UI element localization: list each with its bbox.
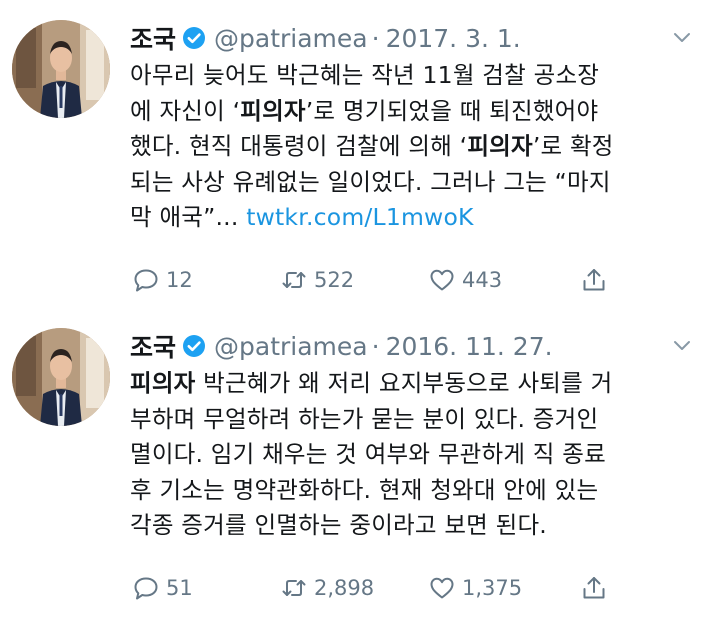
author-handle[interactable]: @patriamea [214,332,368,361]
verified-badge-icon [182,334,206,358]
like-button[interactable]: 1,375 [428,570,522,606]
reply-count: 12 [166,268,193,292]
like-count: 1,375 [462,576,523,600]
tweet-actions: 12 522 443 [132,262,612,298]
share-button[interactable] [580,262,608,298]
verified-badge-icon [182,26,206,50]
author-handle[interactable]: @patriamea [214,24,368,53]
share-icon [580,266,608,294]
tweet-text: 피의자 박근혜가 왜 저리 요지부동으로 사퇴를 거 부하며 무얼하려 하는가 … [130,366,702,544]
reply-icon [132,574,160,602]
tweet-text: 아무리 늦어도 박근혜는 작년 11월 검찰 공소장 에 자신이 ‘피의자’로 … [130,58,702,236]
retweet-icon [280,574,308,602]
tweet-text-bold: 피의자 [240,96,306,125]
tweet-text-bold: 피의자 [130,369,196,397]
avatar-image [12,328,110,426]
reply-icon [132,266,160,294]
tweet[interactable]: 조국 @patriamea · 2017. 3. 1. 아무리 늦어도 박근혜는… [0,0,709,308]
header-separator: · [371,331,380,361]
tweet-header: 조국 @patriamea · 2017. 3. 1. [130,20,521,56]
tweet-link[interactable]: twtkr.com/L1mwoK [246,203,473,231]
chevron-down-icon[interactable] [671,334,693,356]
share-button[interactable] [580,570,608,606]
heart-icon [428,266,456,294]
retweet-button[interactable]: 2,898 [280,570,374,606]
heart-icon [428,574,456,602]
tweet-header: 조국 @patriamea · 2016. 11. 27. [130,328,553,364]
avatar[interactable] [12,20,110,118]
author-name[interactable]: 조국 [130,328,176,364]
tweet[interactable]: 조국 @patriamea · 2016. 11. 27. 피의자 박근혜가 왜… [0,308,709,617]
tweet-date[interactable]: 2016. 11. 27. [386,332,553,361]
timeline: 조국 @patriamea · 2017. 3. 1. 아무리 늦어도 박근혜는… [0,0,709,617]
tweet-text-segment: 박근혜가 왜 저리 요지부동으로 사퇴를 거 부하며 무얼하려 하는가 묻는 분… [130,369,613,539]
retweet-button[interactable]: 522 [280,262,354,298]
header-separator: · [371,23,380,53]
chevron-down-icon[interactable] [671,26,693,48]
avatar-image [12,20,110,118]
tweet-actions: 51 2,898 1,375 [132,570,612,606]
share-icon [580,574,608,602]
like-count: 443 [462,268,503,292]
like-button[interactable]: 443 [428,262,502,298]
retweet-icon [280,266,308,294]
retweet-count: 522 [314,268,355,292]
reply-count: 51 [166,576,193,600]
tweet-date[interactable]: 2017. 3. 1. [386,24,521,53]
author-name[interactable]: 조국 [130,20,176,56]
reply-button[interactable]: 12 [132,262,193,298]
retweet-count: 2,898 [314,576,375,600]
avatar[interactable] [12,328,110,426]
tweet-text-bold: 피의자 [467,132,533,160]
reply-button[interactable]: 51 [132,570,193,606]
